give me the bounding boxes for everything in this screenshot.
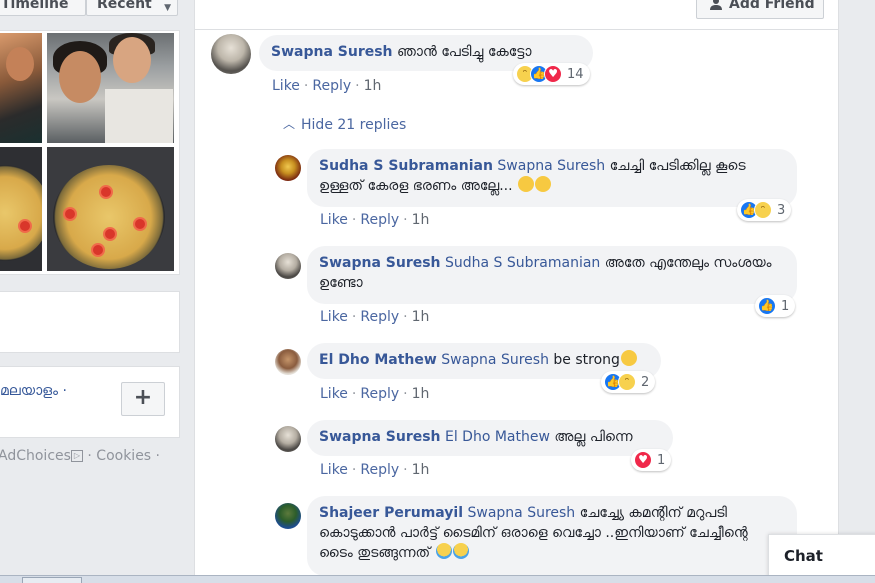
emoji-icon	[518, 176, 534, 192]
add-person-icon	[710, 0, 722, 10]
sidebar-box	[0, 291, 180, 353]
like-link[interactable]: Like	[320, 462, 348, 478]
smile-emoji-icon	[620, 350, 637, 366]
reply-mention[interactable]: Swapna Suresh	[441, 352, 549, 368]
avatar[interactable]	[211, 34, 251, 74]
reply-actions: Like · Reply · 1h	[320, 462, 430, 478]
love-icon: ♥	[544, 65, 562, 83]
reaction-count: 1	[657, 452, 666, 468]
reply-author[interactable]: Swapna Suresh	[319, 255, 441, 271]
love-icon: ♥	[634, 451, 652, 469]
comment-text: ഞാൻ പേടിച്ചു കേട്ടോ	[396, 44, 532, 60]
reply-actions: Like · Reply · 1h	[320, 386, 430, 402]
avatar[interactable]	[275, 155, 301, 181]
add-language-button[interactable]: +	[121, 382, 165, 416]
comment-actions: Like · Reply · 1h	[272, 78, 382, 94]
reply-text: be strong	[553, 352, 620, 368]
reply-mention[interactable]: El Dho Mathew	[445, 429, 550, 445]
photos-grid	[0, 30, 180, 275]
reaction-count: 1	[781, 298, 790, 314]
reply-link[interactable]: Reply	[360, 462, 399, 478]
like-icon: 👍	[758, 297, 776, 315]
reply-mention[interactable]: Sudha S Subramanian	[445, 255, 600, 271]
reply-bubble: Shajeer Perumayil Swapna Suresh ചേച്ച്യേ…	[307, 496, 797, 576]
photo-thumbnail[interactable]	[47, 147, 174, 271]
photo-thumbnail[interactable]	[0, 147, 42, 271]
chat-label: Chat	[784, 547, 823, 565]
add-friend-button[interactable]: Add Friend	[696, 0, 824, 19]
reply-actions: Like · Reply · 1h	[320, 309, 430, 325]
timestamp[interactable]: 1h	[412, 212, 430, 228]
reply-link[interactable]: Reply	[312, 78, 351, 94]
add-friend-label: Add Friend	[729, 0, 815, 12]
reaction-summary[interactable]: ᵔ 👍 ♥ 14	[513, 63, 590, 85]
tab-recent[interactable]: Recent ▼	[86, 0, 178, 16]
hide-replies-link[interactable]: ︿ Hide 21 replies	[283, 116, 406, 133]
post-card: Add Friend Swapna Suresh ഞാൻ പേടിച്ചു കേ…	[194, 0, 839, 583]
reaction-summary[interactable]: 👍 ᵔ 2	[601, 371, 656, 393]
reply-author[interactable]: El Dho Mathew	[319, 352, 437, 368]
reply-bubble: Sudha S Subramanian Swapna Suresh ചേച്ചി…	[307, 149, 797, 207]
taskbar-item[interactable]	[22, 577, 82, 583]
laughing-emoji-icon	[435, 543, 452, 559]
like-link[interactable]: Like	[320, 386, 348, 402]
reply-mention[interactable]: Swapna Suresh	[497, 158, 605, 174]
footer-links: AdChoices ▷ · Cookies ·	[0, 448, 160, 464]
timestamp[interactable]: 1h	[364, 78, 382, 94]
cookies-link[interactable]: · Cookies ·	[87, 448, 160, 464]
like-link[interactable]: Like	[272, 78, 300, 94]
adchoices-icon: ▷	[70, 450, 83, 462]
reply-author[interactable]: Sudha S Subramanian	[319, 158, 493, 174]
chevron-up-icon: ︿	[283, 117, 296, 131]
tab-timeline[interactable]: Timeline	[0, 0, 86, 16]
reaction-count: 14	[567, 66, 584, 82]
reply-actions: Like · Reply · 1h	[320, 212, 430, 228]
taskbar	[0, 575, 875, 583]
like-link[interactable]: Like	[320, 212, 348, 228]
timestamp[interactable]: 1h	[412, 462, 430, 478]
laughing-emoji-icon	[452, 543, 469, 559]
photo-thumbnail[interactable]	[0, 33, 42, 143]
card-header: Add Friend	[195, 0, 838, 30]
tab-timeline-label: Timeline	[1, 0, 69, 12]
avatar[interactable]	[275, 253, 301, 279]
reply-link[interactable]: Reply	[360, 386, 399, 402]
adchoices-link[interactable]: AdChoices	[0, 448, 71, 464]
reply-author[interactable]: Shajeer Perumayil	[319, 505, 463, 521]
reply-author[interactable]: Swapna Suresh	[319, 429, 441, 445]
hide-replies-label: Hide 21 replies	[301, 117, 407, 133]
reaction-summary[interactable]: 👍 ᵔ 3	[737, 199, 792, 221]
reaction-summary[interactable]: ♥ 1	[631, 449, 672, 471]
haha-icon: ᵔ	[754, 201, 772, 219]
emoji-icon	[535, 176, 551, 192]
haha-icon: ᵔ	[618, 373, 636, 391]
timestamp[interactable]: 1h	[412, 386, 430, 402]
reaction-count: 3	[777, 202, 786, 218]
reply-text: അല്ല പിന്നെ	[554, 429, 633, 445]
reply-link[interactable]: Reply	[360, 309, 399, 325]
reply-mention[interactable]: Swapna Suresh	[467, 505, 575, 521]
reaction-count: 2	[641, 374, 650, 390]
avatar[interactable]	[275, 426, 301, 452]
timestamp[interactable]: 1h	[412, 309, 430, 325]
photo-thumbnail[interactable]	[47, 33, 174, 143]
tab-recent-label: Recent	[97, 0, 152, 12]
avatar[interactable]	[275, 349, 301, 375]
reaction-summary[interactable]: 👍 1	[755, 295, 796, 317]
avatar[interactable]	[275, 503, 301, 529]
like-link[interactable]: Like	[320, 309, 348, 325]
reply-bubble: Swapna Suresh Sudha S Subramanian അതേ എന…	[307, 246, 797, 304]
reply-link[interactable]: Reply	[360, 212, 399, 228]
reply-bubble: Swapna Suresh El Dho Mathew അല്ല പിന്നെ	[307, 420, 673, 456]
comment-author[interactable]: Swapna Suresh	[271, 44, 393, 60]
language-box: മലയാളം · +	[0, 366, 180, 438]
chevron-down-icon: ▼	[164, 3, 171, 13]
language-link[interactable]: മലയാളം ·	[0, 383, 67, 399]
